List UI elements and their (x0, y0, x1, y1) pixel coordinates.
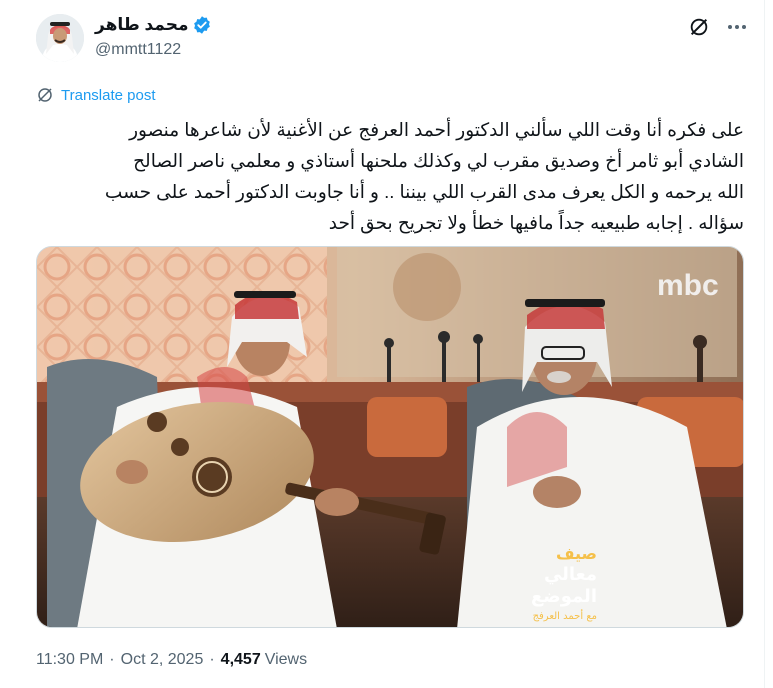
more-dot (735, 25, 739, 29)
views-count: 4,457 (220, 651, 261, 668)
show-logo-line: مع أحمد العرفج (533, 609, 597, 622)
more-icon[interactable] (722, 14, 752, 40)
translate-icon (38, 88, 52, 102)
post-time[interactable]: 11:30 PM (36, 651, 103, 669)
more-dot (728, 25, 732, 29)
show-logo-line: صيف (556, 544, 597, 563)
verified-badge-icon[interactable] (192, 15, 212, 35)
separator-dot: · (109, 651, 115, 668)
post-text: على فكره أنا وقت اللي سألني الدكتور أحمد… (36, 114, 744, 238)
post-text-line: الله يرحمه و الكل يعرف مدى القرب اللي بي… (104, 181, 744, 202)
post-text-line: سؤاله . إجابه طبيعيه جداً مافيها خطأ ولا… (328, 212, 744, 233)
author-block: محمد طاهر @mmtt1122 (95, 14, 212, 59)
media-scene: mbc صيف معالي الموضع مع أحمد العرفج (37, 247, 743, 627)
display-name[interactable]: محمد طاهر (95, 15, 188, 35)
author-handle[interactable]: @mmtt1122 (95, 41, 212, 59)
post-meta: 11:30 PM · Oct 2, 2025 · 4,457 Views (36, 651, 307, 669)
column-divider (764, 0, 765, 688)
separator-dot: · (209, 651, 215, 668)
views-label: Views (264, 651, 308, 668)
post-text-line: على فكره أنا وقت اللي سألني الدكتور أحمد… (129, 119, 744, 140)
translate-label: Translate post (61, 86, 156, 104)
post-media[interactable]: mbc صيف معالي الموضع مع أحمد العرفج (36, 246, 744, 628)
more-dot (742, 25, 746, 29)
mbc-logo: mbc (657, 269, 719, 302)
post-date[interactable]: Oct 2, 2025 (121, 651, 204, 669)
tweet-card: محمد طاهر @mmtt1122 Translate post على ف… (0, 0, 773, 688)
avatar[interactable] (36, 14, 84, 62)
grok-icon[interactable] (686, 14, 712, 40)
translate-post-link[interactable]: Translate post (36, 86, 156, 104)
show-logo-line: الموضع (531, 586, 597, 607)
post-text-line: الشادي أبو ثامر أخ وصديق مقرب لي وكذلك م… (133, 150, 744, 171)
show-logo-line: معالي (544, 564, 597, 585)
